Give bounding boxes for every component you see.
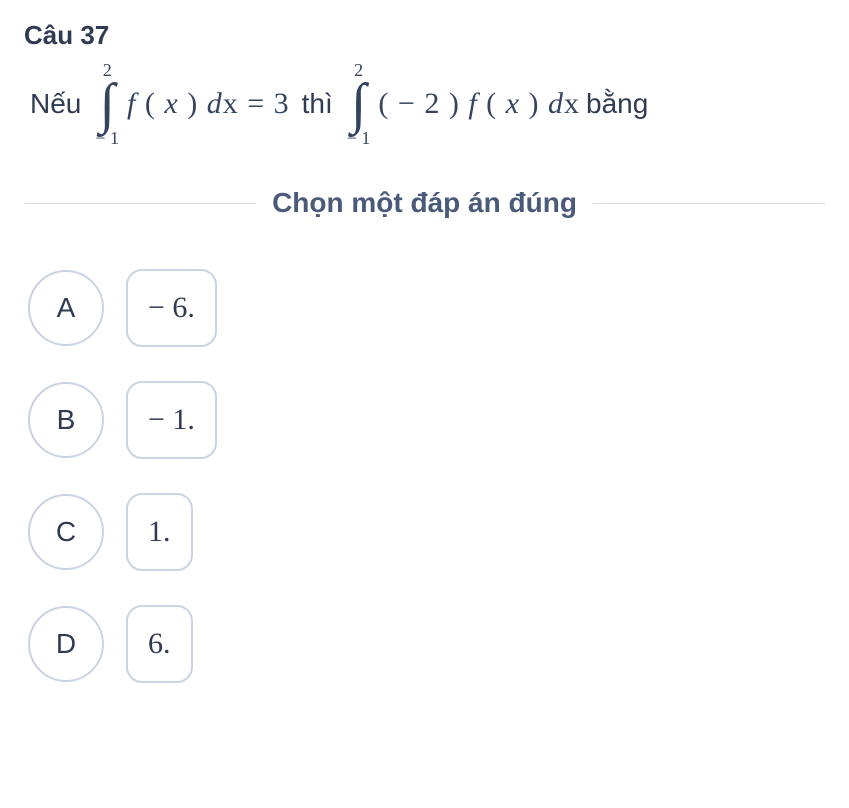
choice-d[interactable]: D 6. [28,605,825,683]
choice-letter-c[interactable]: C [28,494,104,570]
choice-value-d[interactable]: 6. [126,605,193,683]
integral-sign-icon: ∫ [100,79,115,129]
choice-value-c[interactable]: 1. [126,493,193,571]
divider-right [593,203,825,204]
integral-2: 2 ∫ − 1 [345,61,373,147]
expr-2: ( − 2 ) f ( x ) dx [378,87,580,121]
integral-sign-icon: ∫ [351,79,366,129]
choice-letter-b[interactable]: B [28,382,104,458]
integral-2-lower: − 1 [347,129,371,147]
instruction-text: Chọn một đáp án đúng [272,187,577,219]
question-prompt: Nếu 2 ∫ − 1 f ( x ) dx = 3 thì 2 ∫ − 1 (… [24,61,825,147]
word-neu: Nếu [24,88,87,120]
choice-letter-d[interactable]: D [28,606,104,682]
choice-c[interactable]: C 1. [28,493,825,571]
choice-value-b[interactable]: − 1. [126,381,217,459]
choice-letter-a[interactable]: A [28,270,104,346]
choice-a[interactable]: A − 6. [28,269,825,347]
integral-1-lower: − 1 [95,129,119,147]
choices-list: A − 6. B − 1. C 1. D 6. [28,269,825,683]
integral-1: 2 ∫ − 1 [93,61,121,147]
choice-value-a[interactable]: − 6. [126,269,217,347]
expr-1: f ( x ) dx = 3 [127,87,290,121]
word-bang: bằng [586,88,654,120]
instruction-row: Chọn một đáp án đúng [24,187,825,219]
choice-b[interactable]: B − 1. [28,381,825,459]
word-thi: thì [296,88,339,120]
divider-left [24,203,256,204]
question-label: Câu 37 [24,20,825,51]
